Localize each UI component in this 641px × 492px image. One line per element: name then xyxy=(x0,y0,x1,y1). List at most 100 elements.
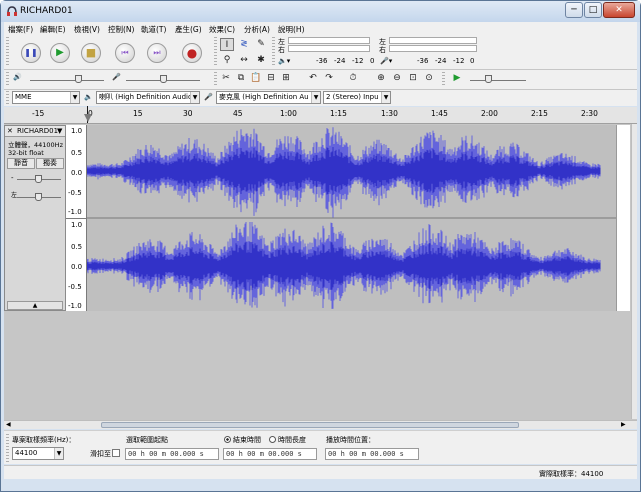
edit-grip[interactable] xyxy=(214,72,217,86)
play-speed-slider[interactable] xyxy=(470,80,526,81)
scale-label: 0.0 xyxy=(71,169,83,177)
paste-icon[interactable]: 📋 xyxy=(249,72,263,85)
fit-selection-icon[interactable]: ⊡ xyxy=(406,72,420,85)
audio-position-time[interactable]: 00 h 00 m 00.000 s xyxy=(325,448,419,460)
mute-button[interactable]: 靜音 xyxy=(7,158,35,169)
menu-edit[interactable]: 編輯(E) xyxy=(40,24,66,35)
play-speed-knob[interactable] xyxy=(485,75,492,83)
menu-file[interactable]: 檔案(F) xyxy=(8,24,33,35)
gain-minus-label: - xyxy=(11,174,14,182)
length-radio[interactable] xyxy=(269,436,276,443)
project-rate-value: 44100 xyxy=(15,449,38,457)
menu-analyze[interactable]: 分析(A) xyxy=(244,24,270,35)
menu-view[interactable]: 檢視(V) xyxy=(74,24,100,35)
fit-project-icon[interactable]: ⊙ xyxy=(422,72,436,85)
scroll-right-icon[interactable]: ▶ xyxy=(621,421,626,428)
minimize-button[interactable]: ─ xyxy=(565,2,583,18)
mixer-grip[interactable] xyxy=(6,72,9,86)
record-button[interactable]: ● xyxy=(182,43,202,63)
solo-button[interactable]: 獨奏 xyxy=(36,158,64,169)
play-button[interactable]: ▶ xyxy=(50,43,70,63)
project-rate-select[interactable]: 44100 ▼ xyxy=(12,447,64,460)
actual-rate-text: 實際取樣率：44100 xyxy=(539,470,604,478)
audio-position-label: 播放時間位置： xyxy=(326,436,375,444)
device-grip[interactable] xyxy=(6,91,9,104)
record-meter-right[interactable] xyxy=(389,45,477,52)
selection-end-time[interactable]: 00 h 00 m 00.000 s xyxy=(223,448,317,460)
track-name[interactable]: RICHARD01 xyxy=(17,127,58,135)
draw-tool-icon[interactable]: ✎ xyxy=(254,38,268,51)
track-control-panel[interactable]: ✕ RICHARD01 ▼ 立體聲，44100Hz 32-bit float 靜… xyxy=(4,125,66,311)
copy-icon[interactable]: ⧉ xyxy=(234,72,248,85)
audio-host-select[interactable]: MME ▼ xyxy=(12,91,80,104)
play-icon: ▶ xyxy=(56,47,64,58)
redo-icon[interactable]: ↷ xyxy=(322,72,336,85)
sync-lock-icon[interactable]: ⏱ xyxy=(346,72,360,85)
record-meter-left[interactable] xyxy=(389,37,477,44)
scroll-left-icon[interactable]: ◀ xyxy=(6,421,11,428)
undo-icon[interactable]: ↶ xyxy=(306,72,320,85)
menu-control[interactable]: 控制(N) xyxy=(108,24,134,35)
pan-knob[interactable] xyxy=(35,193,42,201)
pause-button[interactable]: ❚❚ xyxy=(21,43,41,63)
track-close-icon[interactable]: ✕ xyxy=(7,127,13,135)
zoom-in-icon[interactable]: ⊕ xyxy=(374,72,388,85)
input-channels-select[interactable]: 2 (Stereo) Inpu ▼ xyxy=(323,91,391,104)
play-head-icon[interactable] xyxy=(84,114,92,123)
output-volume-knob[interactable] xyxy=(75,75,82,83)
playback-meter-left[interactable] xyxy=(288,37,370,44)
end-time-label: 結束時間 xyxy=(233,436,261,444)
zoom-tool-icon[interactable]: ⚲ xyxy=(220,54,234,67)
menu-generate[interactable]: 產生(G) xyxy=(175,24,202,35)
gain-knob[interactable] xyxy=(35,175,42,183)
input-volume-knob[interactable] xyxy=(160,75,167,83)
waveform-svg[interactable] xyxy=(87,125,616,311)
rec-db-0: 0 xyxy=(470,57,475,65)
snap-to-checkbox[interactable] xyxy=(112,449,120,457)
timeline-ruler[interactable]: -15 0 15 30 45 1:00 1:15 1:30 1:45 2:00 … xyxy=(4,106,637,124)
play-at-speed-icon[interactable]: ▶ xyxy=(450,72,464,85)
horizontal-scrollbar[interactable]: ◀ ▶ xyxy=(4,420,637,429)
track-format: 32-bit float xyxy=(8,149,44,157)
output-device-select[interactable]: 喇叭 (High Definition Audio ▼ xyxy=(96,91,200,104)
cut-icon[interactable]: ✂ xyxy=(219,72,233,85)
selection-start-time[interactable]: 00 h 00 m 00.000 s xyxy=(125,448,219,460)
multi-tool-icon[interactable]: ✱ xyxy=(254,54,268,67)
playback-meter-right[interactable] xyxy=(288,45,370,52)
tools-grip[interactable] xyxy=(214,37,217,67)
waveform-channel xyxy=(87,222,601,309)
skip-start-button[interactable]: ⏮ xyxy=(115,43,135,63)
chevron-down-icon: ▼ xyxy=(70,92,79,103)
menu-help[interactable]: 說明(H) xyxy=(278,24,305,35)
silence-icon[interactable]: ⊞ xyxy=(279,72,293,85)
trim-icon[interactable]: ⊟ xyxy=(264,72,278,85)
horizontal-scroll-thumb[interactable] xyxy=(101,422,519,428)
track-menu-chevron-icon[interactable]: ▼ xyxy=(57,127,62,135)
scale-label: -1.0 xyxy=(68,302,82,310)
skip-end-icon: ⏭ xyxy=(153,48,161,57)
amplitude-scale[interactable]: 1.0 0.5 0.0 -0.5 -1.0 1.0 0.5 0.0 -0.5 -… xyxy=(66,125,87,311)
ruler-label: -15 xyxy=(32,109,45,118)
toolbar-area: ❚❚ ▶ ■ ⏮ ⏭ ● I ≷ ✎ ⚲ ↔ ✱ 左 右 左 右 🔈▾ -36 … xyxy=(4,35,637,106)
menu-tracks[interactable]: 軌道(T) xyxy=(141,24,166,35)
output-volume-slider[interactable] xyxy=(30,80,104,81)
vertical-scrollbar[interactable] xyxy=(631,124,637,419)
selection-tool-icon[interactable]: I xyxy=(220,38,234,51)
pause-icon: ❚❚ xyxy=(24,48,38,57)
collapse-track-icon[interactable]: ▲ xyxy=(7,301,63,310)
menu-effect[interactable]: 效果(C) xyxy=(209,24,235,35)
input-device-select[interactable]: 麥克風 (High Definition Au ▼ xyxy=(216,91,321,104)
envelope-tool-icon[interactable]: ≷ xyxy=(237,38,251,51)
toolbar-grip[interactable] xyxy=(6,37,9,67)
close-button[interactable]: ✕ xyxy=(603,2,635,18)
meter-grip[interactable] xyxy=(272,37,275,67)
skip-end-button[interactable]: ⏭ xyxy=(147,43,167,63)
maximize-button[interactable]: □ xyxy=(584,2,602,18)
playat-grip[interactable] xyxy=(442,72,445,86)
selection-grip[interactable] xyxy=(6,434,9,462)
stop-button[interactable]: ■ xyxy=(81,43,101,63)
zoom-out-icon[interactable]: ⊖ xyxy=(390,72,404,85)
timeshift-tool-icon[interactable]: ↔ xyxy=(237,54,251,67)
waveform-display[interactable] xyxy=(87,125,616,311)
end-time-radio[interactable] xyxy=(224,436,231,443)
